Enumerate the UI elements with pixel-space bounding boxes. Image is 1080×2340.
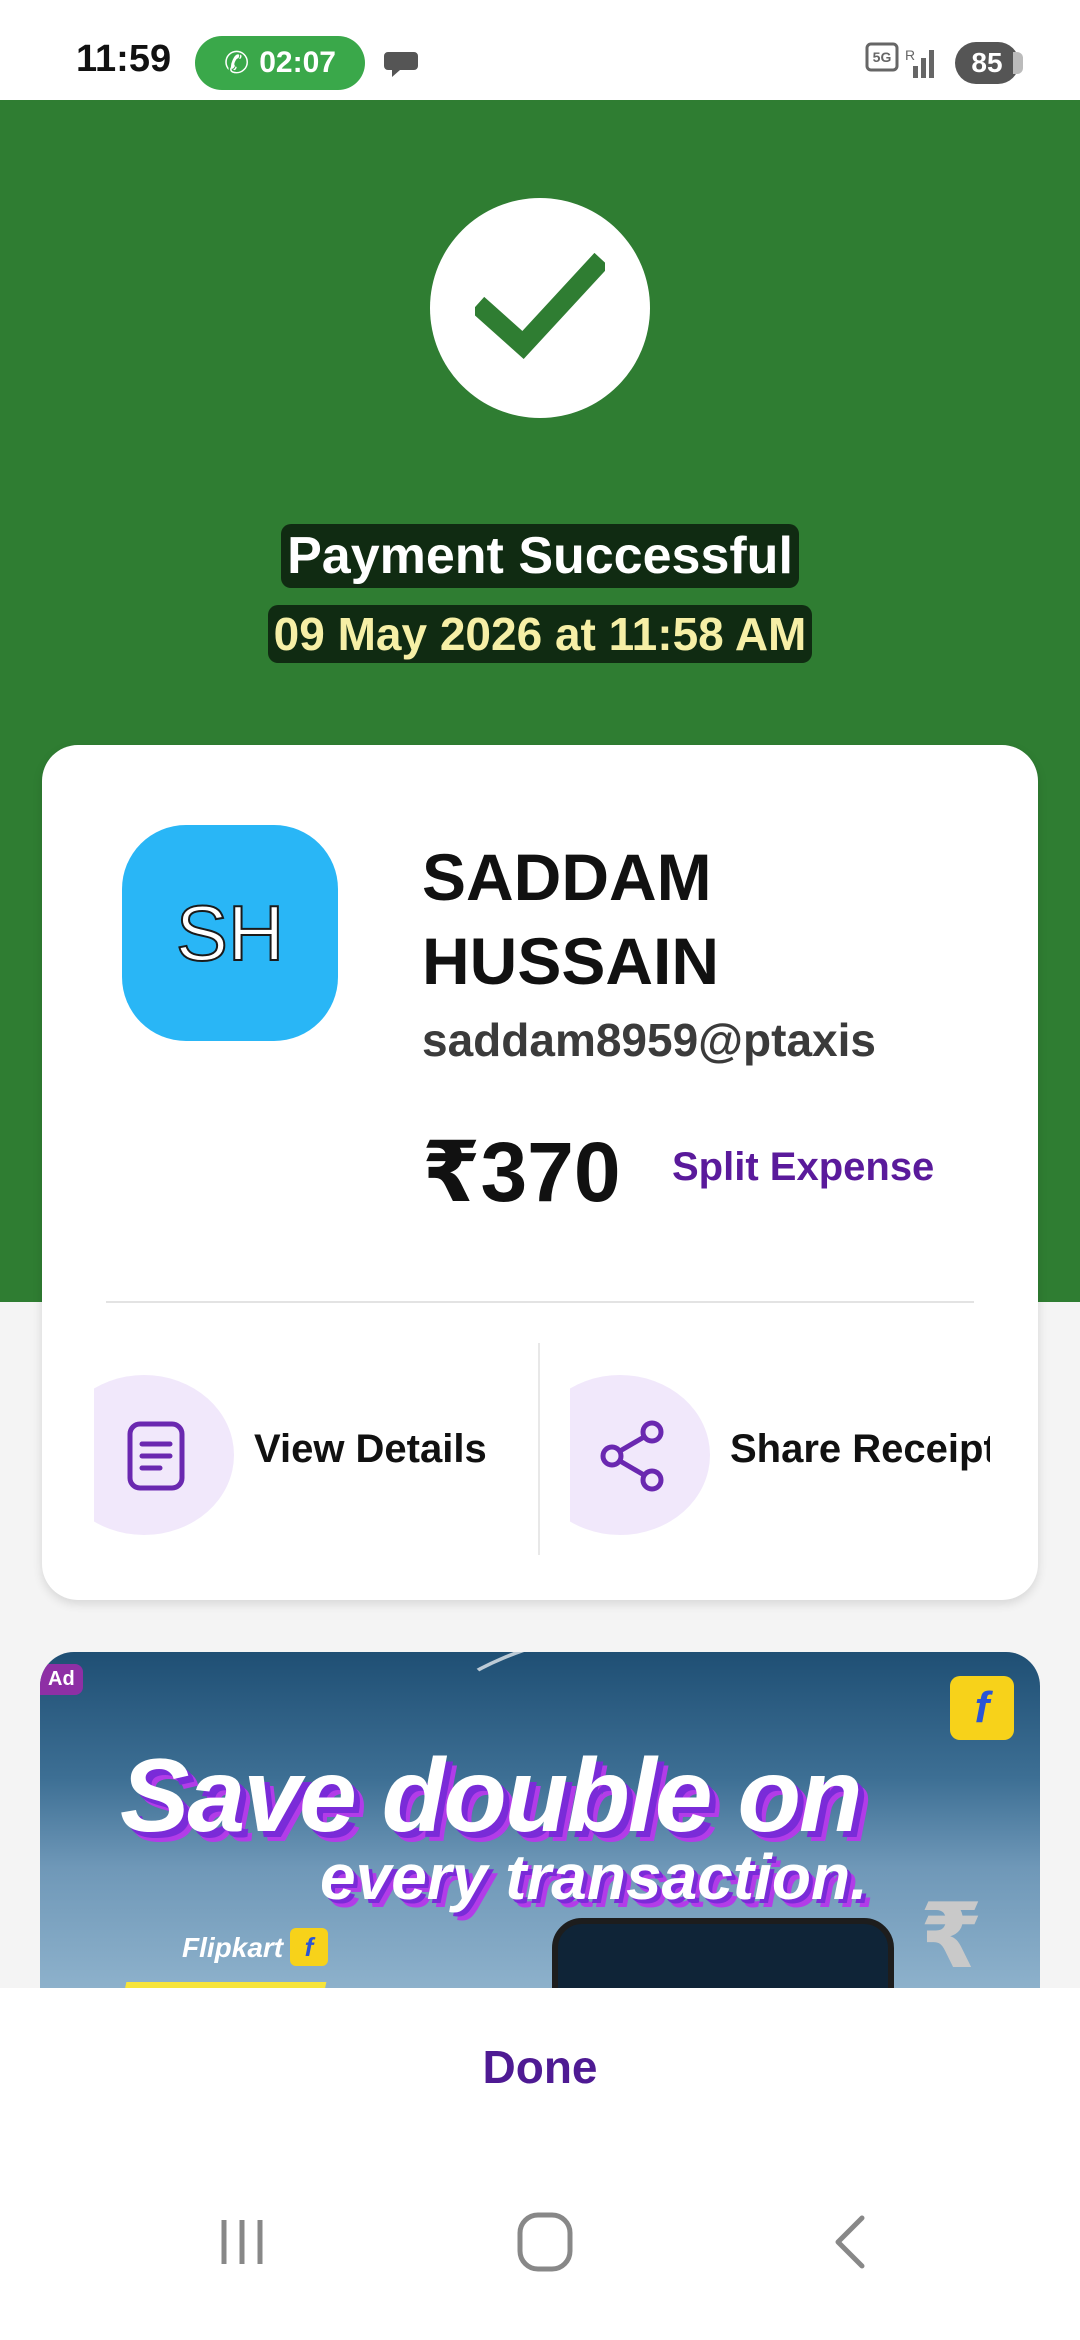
back-icon[interactable] xyxy=(828,2210,872,2274)
flipkart-logo-icon: f xyxy=(950,1676,1014,1740)
payment-amount: ₹370 xyxy=(422,1125,621,1219)
ad-headline: Save double on xyxy=(120,1738,863,1854)
phone-icon: ✆ xyxy=(224,46,250,80)
svg-text:R: R xyxy=(905,47,915,63)
ongoing-call-pill[interactable]: ✆ 02:07 xyxy=(195,36,365,90)
bottom-sheet: Done xyxy=(0,1988,1080,2340)
system-nav-bar xyxy=(0,2198,1080,2298)
action-icon-bg xyxy=(94,1375,234,1535)
divider xyxy=(106,1301,974,1303)
payee-card: SH SADDAM HUSSAIN saddam8959@ptaxis ₹370… xyxy=(42,745,1038,1600)
view-details-label: View Details xyxy=(254,1427,487,1471)
done-button[interactable]: Done xyxy=(390,2012,690,2122)
status-bar: 11:59 ✆ 02:07 5G R 85 xyxy=(0,0,1080,100)
battery-indicator: 85 xyxy=(955,42,1023,84)
action-icon-bg xyxy=(570,1375,710,1535)
ad-subheadline: every transaction. xyxy=(320,1841,868,1913)
payee-name: SADDAM HUSSAIN xyxy=(422,840,720,998)
ad-banner[interactable]: Ad f Save double on every transaction. F… xyxy=(40,1652,1040,2012)
share-icon xyxy=(600,1420,664,1492)
share-receipt-button[interactable]: Share Receipt xyxy=(570,1339,1006,1559)
document-icon xyxy=(127,1421,185,1491)
payee-upi-id: saddam8959@ptaxis xyxy=(422,1014,876,1066)
view-details-button[interactable]: View Details xyxy=(94,1339,514,1559)
avatar-initials: SH xyxy=(175,888,285,978)
home-icon[interactable] xyxy=(515,2210,575,2274)
flipkart-small-logo-icon: f xyxy=(290,1928,328,1966)
status-time: 11:59 xyxy=(76,38,172,80)
recent-apps-icon[interactable] xyxy=(212,2212,272,2272)
ad-tag: Ad xyxy=(40,1664,83,1695)
action-divider xyxy=(538,1343,540,1555)
ad-store-name: Flipkart xyxy=(182,1932,284,1963)
payment-datetime: 09 May 2026 at 11:58 AM xyxy=(0,605,1080,663)
call-timer: 02:07 xyxy=(259,46,336,79)
chat-notification-icon xyxy=(384,52,418,77)
network-signal-icon: 5G R xyxy=(865,42,934,78)
svg-text:5G: 5G xyxy=(873,49,892,65)
split-expense-link[interactable]: Split Expense xyxy=(672,1145,934,1190)
avatar: SH xyxy=(122,825,338,1041)
share-receipt-label: Share Receipt xyxy=(730,1427,990,1471)
success-check-icon xyxy=(430,198,650,418)
rupee-graphic-icon: ₹ xyxy=(920,1887,983,1987)
payment-status-title: Payment Successful xyxy=(0,524,1080,588)
